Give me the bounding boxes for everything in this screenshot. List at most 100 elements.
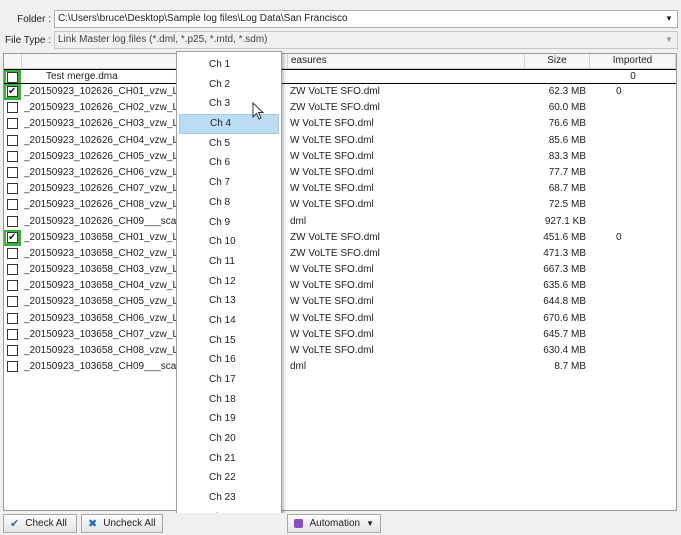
row-checkbox-wrap — [4, 294, 20, 309]
file-type-value: Link Master log files (*.dml, *.p25, *.m… — [58, 34, 268, 45]
imported-cell — [590, 311, 676, 327]
imported-cell — [590, 327, 676, 343]
table-row[interactable]: _20150923_103658_CH03_vzw_LT W VoLTE SFO.… — [4, 262, 676, 278]
table-row[interactable]: _20150923_102626_CH08_vzw_LT W VoLTE SFO.… — [4, 197, 676, 213]
row-checkbox[interactable] — [7, 296, 18, 308]
table-row[interactable]: _20150923_103658_CH04_vzw_LT W VoLTE SFO.… — [4, 278, 676, 294]
channel-option[interactable]: Ch 11 — [179, 252, 279, 272]
channel-option[interactable]: Ch 20 — [179, 429, 279, 449]
row-checkbox[interactable] — [7, 312, 18, 324]
row-checkbox[interactable] — [7, 134, 18, 146]
chevron-down-icon[interactable]: ▼ — [661, 11, 677, 27]
chevron-down-icon[interactable]: ▼ — [661, 32, 677, 48]
row-checkbox[interactable] — [7, 150, 18, 162]
row-checkbox[interactable] — [7, 280, 18, 292]
folder-combo[interactable]: C:\Users\bruce\Desktop\Sample log files\… — [54, 10, 678, 28]
table-row[interactable]: _20150923_103658_CH01_vzw_LTZW VoLTE SFO… — [4, 229, 676, 246]
uncheck-all-button[interactable]: ✖ Uncheck All — [81, 514, 163, 533]
row-checkbox[interactable] — [7, 166, 18, 178]
row-checkbox[interactable] — [7, 247, 18, 259]
channel-option[interactable]: Ch 13 — [179, 291, 279, 311]
table-row[interactable]: _20150923_102626_CH03_vzw_LT W VoLTE SFO.… — [4, 116, 676, 132]
channel-option[interactable]: Ch 14 — [179, 311, 279, 331]
table-row[interactable]: _20150923_102626_CH09___scar dml 927.1 KB — [4, 214, 676, 230]
channel-option[interactable]: Ch 7 — [179, 173, 279, 193]
row-checkbox-wrap — [4, 246, 20, 261]
row-checkbox[interactable] — [7, 328, 18, 340]
row-checkbox[interactable] — [7, 215, 18, 227]
cross-icon: ✖ — [88, 518, 98, 530]
row-checkbox-cell — [4, 84, 22, 100]
row-checkbox-cell — [4, 214, 22, 230]
bottom-toolbar: ✔ Check All ✖ Uncheck All Automation ▼ — [0, 513, 681, 535]
size-cell: 471.3 MB — [543, 247, 586, 259]
header-size-column[interactable]: Size — [525, 54, 590, 68]
table-row[interactable]: _20150923_103658_CH06_vzw_LT W VoLTE SFO.… — [4, 311, 676, 327]
channel-option[interactable]: Ch 5 — [179, 134, 279, 154]
channel-option[interactable]: Ch 6 — [179, 153, 279, 173]
imported-cell — [590, 100, 676, 116]
channel-option[interactable]: Ch 1 — [179, 55, 279, 75]
size-cell: 83.3 MB — [548, 150, 586, 162]
row-checkbox[interactable] — [7, 84, 18, 100]
channel-option[interactable]: Ch 17 — [179, 370, 279, 390]
header-check-column[interactable] — [4, 54, 22, 68]
row-checkbox-cell — [4, 149, 22, 165]
row-checkbox[interactable] — [7, 199, 18, 211]
table-row[interactable]: _20150923_102626_CH05_vzw_LT W VoLTE SFO.… — [4, 149, 676, 165]
size-cell: 68.7 MB — [548, 183, 586, 195]
row-checkbox[interactable] — [7, 264, 18, 276]
table-row[interactable]: _20150923_103658_CH02_vzw_LT ZW VoLTE SFO… — [4, 246, 676, 262]
row-checkbox[interactable] — [7, 230, 18, 246]
channel-option[interactable]: Ch 12 — [179, 272, 279, 292]
channel-option[interactable]: Ch 10 — [179, 232, 279, 252]
row-checkbox-cell — [4, 311, 22, 327]
row-checkbox[interactable] — [7, 345, 18, 356]
channel-option[interactable]: Ch 9 — [179, 213, 279, 233]
header-measures-column[interactable]: easures — [288, 54, 525, 68]
channel-dropdown-list[interactable]: Ch 1 Ch 2 Ch 3 Ch 4 Ch 5 Ch 6 Ch 7 Ch 8 Ch 9 Ch 1… — [176, 51, 282, 533]
row-checkbox[interactable] — [7, 118, 18, 130]
row-checkbox-cell — [4, 246, 22, 262]
measures-cell: W VoLTE SFO.dml — [290, 312, 374, 324]
table-row[interactable]: _20150923_103658_CH07_vzw_LT W VoLTE SFO.… — [4, 327, 676, 343]
automation-button[interactable]: Automation ▼ — [287, 514, 381, 533]
table-row[interactable]: _20150923_103658_CH09___scar dml 8.7 MB — [4, 359, 676, 375]
row-checkbox[interactable] — [7, 102, 18, 114]
row-checkbox-wrap — [4, 116, 20, 131]
channel-option[interactable]: Ch 18 — [179, 390, 279, 410]
table-row[interactable]: _20150923_102626_CH01_vzw_LTZW VoLTE SFO… — [4, 84, 676, 100]
header-imported-column[interactable]: Imported — [590, 54, 676, 68]
channel-option[interactable]: Ch 16 — [179, 350, 279, 370]
channel-option[interactable]: Ch 19 — [179, 409, 279, 429]
table-row[interactable]: _20150923_102626_CH02_vzw_LT ZW VoLTE SFO… — [4, 100, 676, 116]
row-checkbox-wrap — [4, 149, 20, 164]
check-all-button[interactable]: ✔ Check All — [3, 514, 77, 533]
size-cell: 62.3 MB — [548, 86, 586, 97]
row-checkbox-wrap — [4, 84, 21, 100]
table-row[interactable]: Test merge.dma 0 — [4, 69, 676, 84]
measures-cell: ZW VoLTE SFO.dml — [290, 86, 380, 97]
channel-option[interactable]: Ch 8 — [179, 193, 279, 213]
table-row[interactable]: _20150923_102626_CH07_vzw_LT W VoLTE SFO.… — [4, 181, 676, 197]
file-type-combo[interactable]: Link Master log files (*.dml, *.p25, *.m… — [54, 31, 678, 49]
channel-option[interactable]: Ch 2 — [179, 75, 279, 95]
table-row[interactable]: _20150923_103658_CH08_vzw_LT W VoLTE SFO.… — [4, 343, 676, 359]
row-checkbox-wrap — [4, 343, 20, 358]
table-row[interactable]: _20150923_102626_CH04_vzw_LT W VoLTE SFO.… — [4, 133, 676, 149]
file-grid[interactable]: easures Size Imported Test merge.dma0_20… — [3, 53, 677, 511]
table-row[interactable]: _20150923_103658_CH05_vzw_LT W VoLTE SFO.… — [4, 294, 676, 310]
table-row[interactable]: _20150923_102626_CH06_vzw_LT W VoLTE SFO.… — [4, 165, 676, 181]
row-checkbox[interactable] — [7, 361, 18, 373]
row-checkbox[interactable] — [7, 72, 18, 83]
channel-option[interactable]: Ch 21 — [179, 449, 279, 469]
row-checkbox-wrap — [4, 262, 20, 277]
imported-cell — [590, 116, 676, 132]
measures-cell: W VoLTE SFO.dml — [290, 280, 374, 292]
channel-option[interactable]: Ch 22 — [179, 468, 279, 488]
size-cell: 630.4 MB — [543, 345, 586, 356]
size-cell: 644.8 MB — [543, 296, 586, 308]
channel-option[interactable]: Ch 15 — [179, 331, 279, 351]
channel-option[interactable]: Ch 23 — [179, 488, 279, 508]
row-checkbox[interactable] — [7, 183, 18, 195]
